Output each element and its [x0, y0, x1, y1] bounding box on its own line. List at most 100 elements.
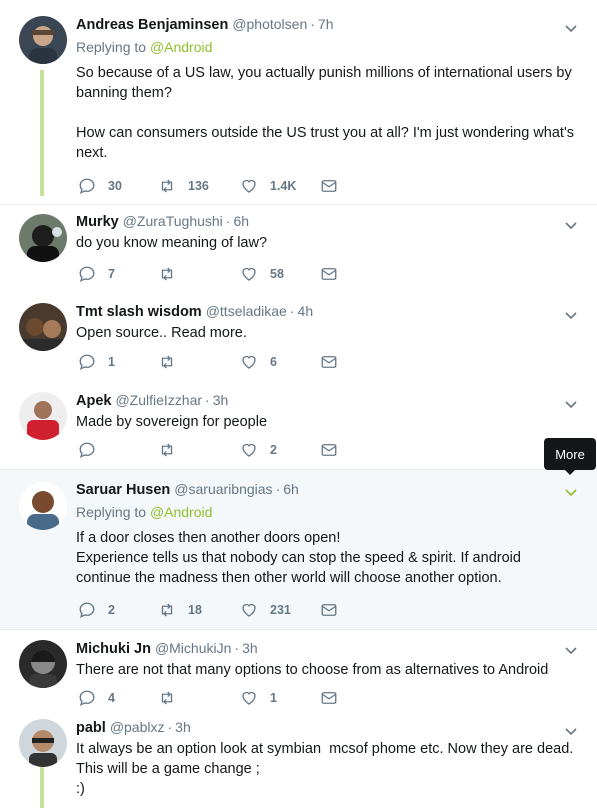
retweet-icon [161, 179, 173, 193]
avatar[interactable] [19, 482, 67, 530]
heart-icon [242, 355, 256, 369]
reply-button[interactable]: 30 [78, 177, 158, 195]
retweet-button[interactable]: 18 [158, 601, 240, 619]
direct-message-button[interactable] [320, 601, 350, 619]
display-name[interactable]: Murky [76, 214, 119, 230]
like-button[interactable]: 58 [240, 265, 320, 283]
reply-button[interactable] [78, 441, 158, 459]
tweet[interactable]: pabl @pablxz · 3h It always be an option… [0, 719, 597, 808]
like-count: 231 [270, 603, 291, 617]
tweet-text: It always be an option look at symbian m… [76, 741, 574, 797]
display-name[interactable]: Andreas Benjaminsen [76, 17, 228, 33]
retweet-button[interactable] [158, 689, 240, 707]
like-button[interactable]: 1.4K [240, 177, 320, 195]
reply-count: 2 [108, 603, 115, 617]
envelope-icon [321, 268, 337, 280]
chevron-down-icon[interactable] [563, 20, 579, 36]
reply-button[interactable]: 4 [78, 689, 158, 707]
reply-count: 4 [108, 691, 115, 705]
envelope-icon [321, 356, 337, 368]
tweet[interactable]: Michuki Jn @MichukiJn · 3h There are not… [0, 630, 597, 719]
tweet-text: Open source.. Read more. [76, 325, 247, 341]
tweet[interactable]: Tmt slash wisdom @ttseladikae · 4h Open … [0, 295, 597, 384]
retweet-button[interactable] [158, 265, 240, 283]
retweet-button[interactable] [158, 441, 240, 459]
tweet[interactable]: Saruar Husen @saruaribngias · 6h Replyin… [0, 470, 597, 630]
like-button[interactable]: 6 [240, 353, 320, 371]
display-name[interactable]: pabl [76, 720, 106, 736]
retweet-icon [161, 443, 173, 457]
timestamp[interactable]: 3h [242, 640, 258, 656]
display-name[interactable]: Apek [76, 393, 111, 409]
chevron-down-icon[interactable] [563, 307, 579, 323]
retweet-button[interactable]: 136 [158, 177, 240, 195]
avatar[interactable] [19, 214, 67, 262]
like-count: 1.4K [270, 179, 297, 193]
heart-icon [242, 443, 256, 457]
user-handle[interactable]: @photolsen [232, 16, 307, 32]
like-button[interactable]: 231 [240, 601, 320, 619]
tweet[interactable]: Murky @ZuraTughushi · 6h do you know mea… [0, 205, 597, 295]
user-handle[interactable]: @ttseladikae [206, 303, 287, 319]
direct-message-button[interactable] [320, 177, 350, 195]
retweet-button[interactable] [158, 353, 240, 371]
chevron-down-icon[interactable] [563, 642, 579, 658]
timestamp[interactable]: 3h [213, 392, 229, 408]
like-button[interactable]: 2 [240, 441, 320, 459]
avatar[interactable] [19, 16, 67, 64]
tweet-text: If a door closes then another doors open… [76, 530, 521, 586]
display-name[interactable]: Tmt slash wisdom [76, 304, 202, 320]
more-tooltip: More [544, 438, 596, 475]
reply-button[interactable]: 2 [78, 601, 158, 619]
timestamp[interactable]: 4h [298, 303, 314, 319]
like-count: 1 [270, 691, 277, 705]
chevron-down-icon[interactable] [563, 396, 579, 412]
avatar[interactable] [19, 719, 67, 767]
user-handle[interactable]: @saruaribngias [174, 481, 272, 497]
reply-icon [79, 178, 95, 195]
tweet-text: So because of a US law, you actually pun… [76, 65, 574, 161]
avatar[interactable] [19, 392, 67, 440]
replying-to-link[interactable]: @Android [150, 39, 212, 55]
tweet[interactable]: Andreas Benjaminsen @photolsen · 7h Repl… [0, 0, 597, 205]
heart-icon [242, 691, 256, 705]
user-handle[interactable]: @ZulfieIzzhar [115, 392, 202, 408]
separator-dot: · [225, 213, 231, 229]
user-handle[interactable]: @ZuraTughushi [123, 213, 223, 229]
timestamp[interactable]: 6h [283, 481, 299, 497]
avatar[interactable] [19, 303, 67, 351]
display-name[interactable]: Michuki Jn [76, 641, 151, 657]
envelope-icon [321, 692, 337, 704]
chevron-down-icon[interactable] [563, 484, 579, 500]
replying-to-link[interactable]: @Android [150, 504, 212, 520]
retweet-count: 18 [188, 603, 202, 617]
chevron-down-icon[interactable] [563, 723, 579, 739]
reply-count: 30 [108, 179, 122, 193]
chevron-down-icon[interactable] [563, 217, 579, 233]
envelope-icon [321, 180, 337, 192]
user-handle[interactable]: @MichukiJn [155, 640, 231, 656]
direct-message-button[interactable] [320, 689, 350, 707]
timestamp[interactable]: 6h [233, 213, 249, 229]
direct-message-button[interactable] [320, 353, 350, 371]
direct-message-button[interactable] [320, 265, 350, 283]
user-handle[interactable]: @pablxz [110, 719, 165, 735]
replying-to-label: Replying to [76, 504, 150, 520]
tweet[interactable]: Apek @ZulfieIzzhar · 3h Made by sovereig… [0, 384, 597, 470]
like-count: 2 [270, 443, 277, 457]
display-name[interactable]: Saruar Husen [76, 482, 170, 498]
reply-button[interactable]: 1 [78, 353, 158, 371]
reply-button[interactable]: 7 [78, 265, 158, 283]
timestamp[interactable]: 7h [318, 16, 334, 32]
retweet-icon [161, 267, 173, 281]
replying-to-label: Replying to [76, 39, 150, 55]
separator-dot: · [289, 303, 295, 319]
tweet-text: There are not that many options to choos… [76, 662, 549, 678]
timestamp[interactable]: 3h [175, 719, 191, 735]
avatar[interactable] [19, 640, 67, 688]
direct-message-button[interactable] [320, 441, 350, 459]
replying-to: Replying to @Android [76, 39, 577, 59]
heart-icon [242, 267, 256, 281]
reply-count: 7 [108, 267, 115, 281]
like-button[interactable]: 1 [240, 689, 320, 707]
